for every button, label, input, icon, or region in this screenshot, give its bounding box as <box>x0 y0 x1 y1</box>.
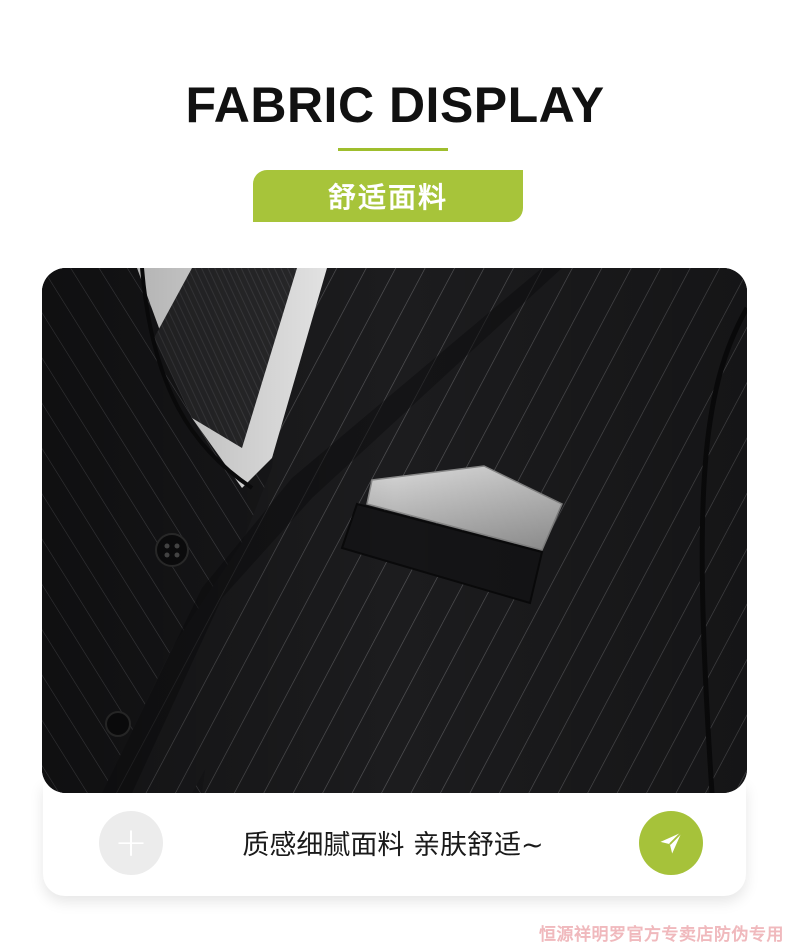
title-underline <box>338 148 448 151</box>
caption-bar: + 质感细腻面料 亲肤舒适~ <box>43 793 746 893</box>
watermark: 恒源祥明罗官方专卖店防伪专用 <box>539 925 784 945</box>
section-title: FABRIC DISPLAY <box>185 77 605 133</box>
add-button[interactable]: + <box>99 811 163 875</box>
caption-text: 质感细腻面料 亲肤舒适~ <box>242 830 544 861</box>
send-button[interactable] <box>639 811 703 875</box>
suit-fabric-photo <box>42 268 747 793</box>
send-icon <box>660 831 683 854</box>
fabric-badge: 舒适面料 <box>253 170 523 222</box>
